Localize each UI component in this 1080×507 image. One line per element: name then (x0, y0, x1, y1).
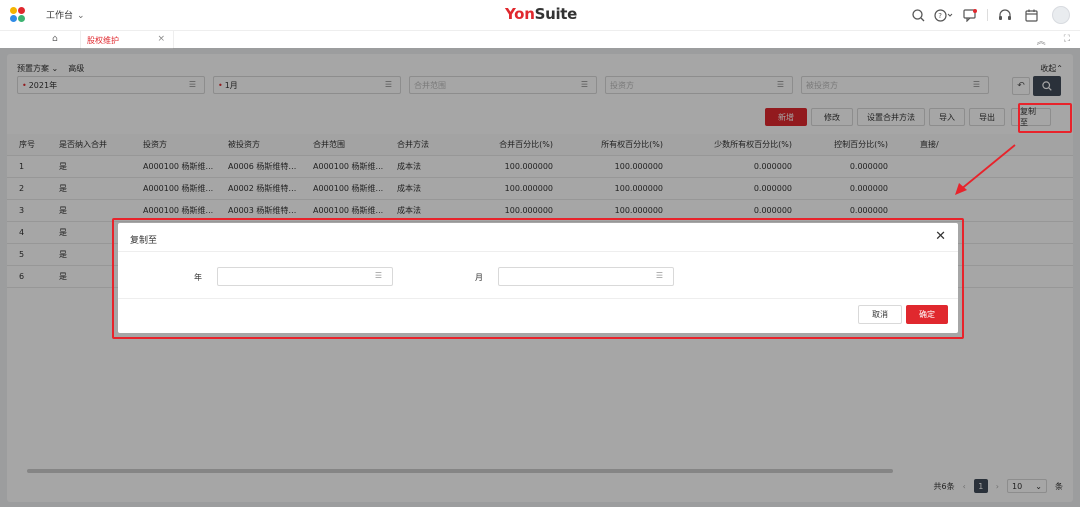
list-icon[interactable]: ☰ (375, 271, 382, 280)
brand-logo: YonSuite (505, 5, 577, 23)
month-label: 月 (475, 273, 483, 282)
annotation-arrow-icon (955, 144, 1016, 195)
list-icon[interactable]: ☰ (656, 271, 663, 280)
close-icon[interactable]: ✕ (935, 229, 946, 244)
divider (987, 9, 988, 21)
divider (118, 298, 958, 299)
home-icon[interactable]: ⌂ (52, 34, 58, 44)
message-icon[interactable] (957, 6, 983, 24)
collapse-up-icon[interactable]: ︽ (1037, 34, 1046, 47)
calendar-icon[interactable] (1018, 6, 1044, 24)
avatar[interactable] (1052, 6, 1070, 24)
search-icon[interactable] (905, 6, 931, 24)
year-label: 年 (194, 273, 202, 282)
app-menu-icon[interactable] (10, 7, 26, 23)
top-bar: 工作台 ⌄ YonSuite ? (0, 0, 1080, 30)
tab-equity-maintenance[interactable]: 股权维护 × (80, 31, 174, 49)
help-icon[interactable]: ? (931, 6, 957, 24)
dialog-title: 复制至 (130, 236, 158, 246)
confirm-button[interactable]: 确定 (906, 305, 948, 324)
copy-to-dialog: 复制至 ✕ 年 ☰ 月 ☰ 取消 确定 (118, 223, 958, 333)
close-icon[interactable]: × (157, 34, 165, 44)
brand-suite: Suite (534, 5, 578, 23)
fullscreen-icon[interactable]: ⛶ (1064, 34, 1070, 47)
cancel-button[interactable]: 取消 (858, 305, 902, 324)
top-icons: ? (905, 6, 1070, 24)
workbench-label: 工作台 (46, 11, 74, 21)
chevron-down-icon: ⌄ (77, 11, 85, 21)
svg-text:?: ? (938, 12, 942, 20)
tabbar-tools: ︽ ⛶ (1037, 34, 1070, 47)
brand-yon: Yon (505, 5, 535, 23)
year-field[interactable]: ☰ (217, 267, 393, 286)
tab-label: 股权维护 (87, 35, 119, 45)
tab-bar: ⌂ 股权维护 × ︽ ⛶ (0, 30, 1080, 49)
month-field[interactable]: ☰ (498, 267, 674, 286)
divider (118, 251, 958, 252)
service-icon[interactable] (992, 6, 1018, 24)
workbench-dropdown[interactable]: 工作台 ⌄ (46, 8, 85, 21)
